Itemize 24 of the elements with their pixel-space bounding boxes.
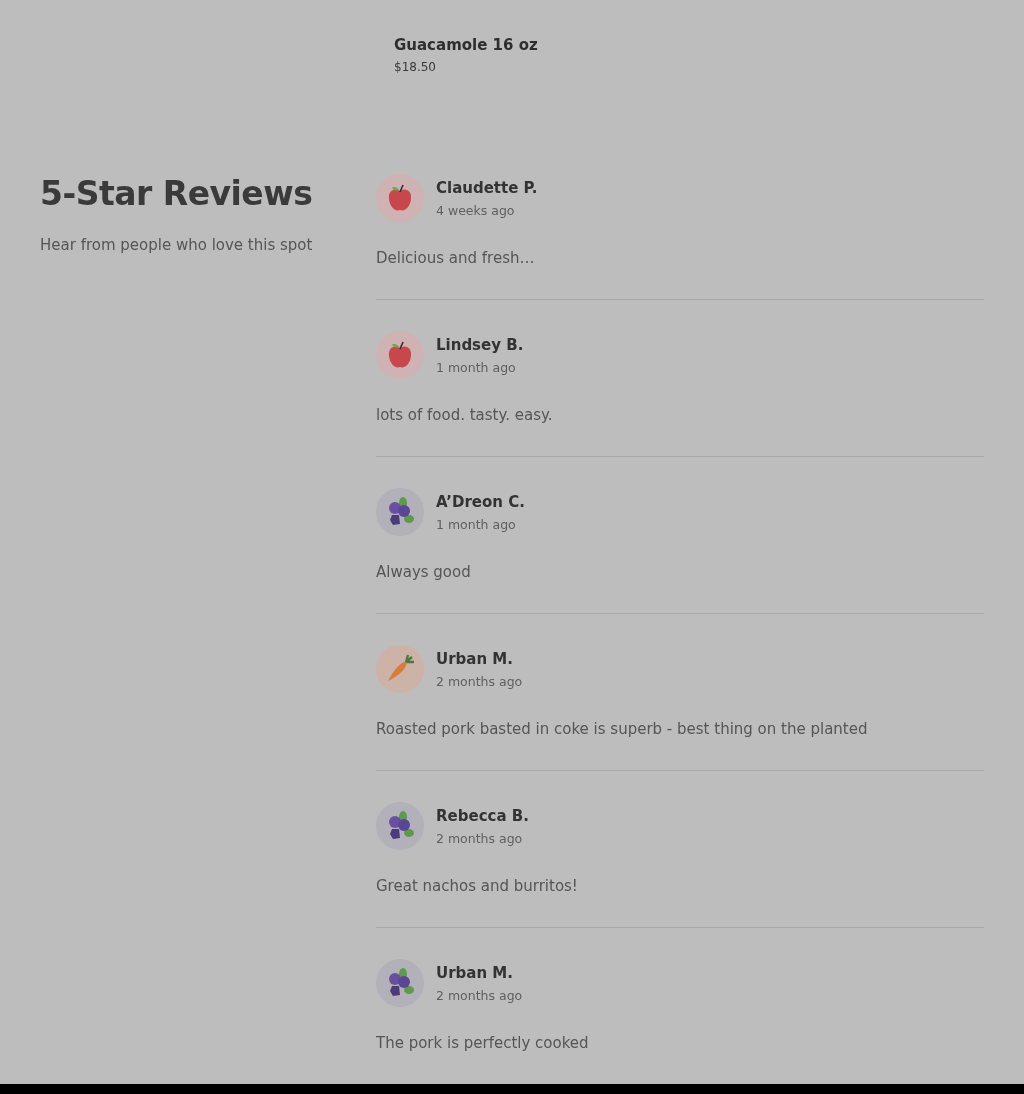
section-title: 5-Star Reviews: [40, 174, 314, 214]
reviewer-name: Claudette P.: [436, 178, 538, 197]
review-time: 2 months ago: [436, 987, 523, 1003]
review-time: 4 weeks ago: [436, 202, 516, 218]
reviewer-name: Urban M.: [436, 963, 514, 982]
reviewer-name: Rebecca B.: [436, 806, 529, 825]
apple-icon: [386, 183, 414, 213]
review-time: 1 month ago: [436, 516, 517, 532]
review-text: The pork is perfectly cooked: [376, 1034, 590, 1052]
reviewer-name: Lindsey B.: [436, 335, 524, 354]
review-text: Always good: [376, 563, 472, 581]
reviewer-name: A’Dreon C.: [436, 492, 525, 511]
review-text: Delicious and fresh…: [376, 249, 536, 267]
menu-item-price: $18.50: [394, 60, 437, 74]
reviewer-name: Urban M.: [436, 649, 514, 668]
review-text: lots of food. tasty. easy.: [376, 406, 554, 424]
review-time: 2 months ago: [436, 830, 524, 846]
review-text: Roasted pork basted in coke is superb - best thing on the planted: [376, 720, 869, 738]
review-time: 1 month ago: [436, 359, 517, 375]
review-text: Great nachos and burritos!: [376, 877, 579, 895]
review-time: 2 months ago: [436, 673, 523, 689]
section-subtitle: Hear from people who love this spot: [40, 236, 314, 254]
apple-icon: [386, 340, 414, 370]
menu-item-name[interactable]: Guacamole 16 oz: [394, 36, 1024, 54]
